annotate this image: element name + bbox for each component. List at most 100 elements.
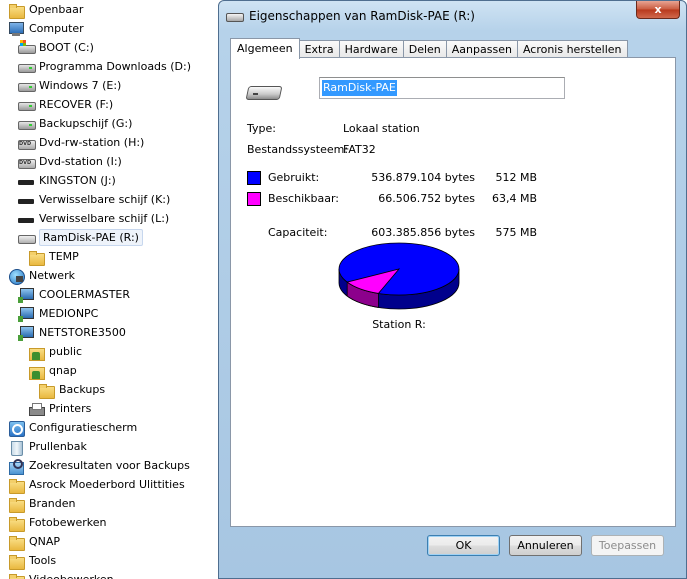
drive-icon — [247, 82, 279, 100]
tree-item-printers[interactable]: Printers — [28, 399, 91, 418]
usb-drive-icon — [18, 192, 34, 208]
tree-item-label: Backups — [59, 383, 106, 396]
tree-item-drive-g[interactable]: Backupschijf (G:) — [18, 114, 132, 133]
tree-item-drive-h[interactable]: Dvd-rw-station (H:) — [18, 133, 144, 152]
tree-item-drive-e[interactable]: Windows 7 (E:) — [18, 76, 121, 95]
volume-name-value: RamDisk-PAE — [322, 80, 397, 96]
computer-icon — [8, 21, 24, 37]
shared-folder-icon — [28, 344, 45, 361]
tree-item-fotobewerken[interactable]: Fotobewerken — [8, 513, 106, 532]
tree-item-label: Videobewerken — [29, 570, 114, 579]
tree-item-boot-c[interactable]: BOOT (C:) — [18, 38, 94, 57]
tree-item-drive-k[interactable]: Verwisselbare schijf (K:) — [18, 190, 170, 209]
tree-item-computer[interactable]: Computer — [8, 19, 84, 38]
tree-item-backups[interactable]: Backups — [38, 380, 105, 399]
control-panel-icon — [8, 420, 25, 437]
tree-item-label: COOLERMASTER — [39, 288, 131, 301]
tree-item-drive-j[interactable]: KINGSTON (J:) — [18, 171, 116, 190]
tree-item-label: TEMP — [49, 250, 79, 263]
properties-dialog: Eigenschappen van RamDisk-PAE (R:) x Alg… — [218, 0, 687, 579]
pie-svg — [338, 242, 460, 310]
type-value: Lokaal station — [343, 122, 420, 135]
apply-button[interactable]: Toepassen — [591, 535, 664, 556]
dialog-titlebar[interactable]: Eigenschappen van RamDisk-PAE (R:) x — [219, 1, 686, 31]
explorer-navigation-tree: Openbaar Computer BOOT (C:) Programma Do… — [0, 0, 230, 579]
separator — [245, 215, 563, 216]
tree-item-label: KINGSTON (J:) — [39, 174, 116, 187]
tree-item-branden[interactable]: Branden — [8, 494, 76, 513]
tree-item-label: Backupschijf (G:) — [39, 117, 133, 130]
folder-icon — [8, 515, 25, 532]
used-size: 512 MB — [495, 171, 537, 184]
separator — [245, 164, 563, 165]
tree-item-label: RamDisk-PAE (R:) — [39, 229, 143, 246]
network-computer-icon — [18, 287, 34, 303]
tree-item-netstore3500[interactable]: NETSTORE3500 — [18, 323, 126, 342]
tree-item-label: qnap — [49, 364, 77, 377]
tree-item-label: Windows 7 (E:) — [39, 79, 122, 92]
tree-item-configuratiescherm[interactable]: Configuratiescherm — [8, 418, 137, 437]
tree-item-label: RECOVER (F:) — [39, 98, 114, 111]
tree-item-tools[interactable]: Tools — [8, 551, 56, 570]
folder-icon — [8, 553, 25, 570]
tree-item-openbaar[interactable]: Openbaar — [8, 0, 83, 19]
separator — [245, 335, 563, 336]
tree-item-label: Printers — [49, 402, 92, 415]
free-size: 63,4 MB — [491, 192, 537, 205]
usb-drive-icon — [18, 173, 34, 189]
tree-item-temp[interactable]: TEMP — [28, 247, 79, 266]
type-label: Type: — [247, 122, 276, 135]
tree-item-drive-r[interactable]: RamDisk-PAE (R:) — [18, 228, 143, 247]
shared-folder-icon — [28, 363, 45, 380]
tree-item-coolermaster[interactable]: COOLERMASTER — [18, 285, 130, 304]
tree-item-label: Dvd-rw-station (H:) — [39, 136, 145, 149]
tree-item-prullenbak[interactable]: Prullenbak — [8, 437, 87, 456]
tree-item-label: BOOT (C:) — [39, 41, 94, 54]
volume-name-input[interactable]: RamDisk-PAE — [319, 77, 565, 99]
tab-algemeen[interactable]: Algemeen — [230, 38, 300, 59]
tree-item-label: Verwisselbare schijf (L:) — [39, 212, 170, 225]
tree-item-videobewerken[interactable]: Videobewerken — [8, 570, 114, 579]
tree-item-zoekresultaten[interactable]: Zoekresultaten voor Backups — [8, 456, 190, 475]
tree-item-label: Openbaar — [29, 3, 84, 16]
tree-item-label: NETSTORE3500 — [39, 326, 126, 339]
drive-icon — [18, 97, 36, 113]
tree-item-label: Configuratiescherm — [29, 421, 138, 434]
dvd-drive-icon — [18, 135, 36, 151]
tree-item-drive-d[interactable]: Programma Downloads (D:) — [18, 57, 191, 76]
drive-icon — [18, 59, 36, 75]
tree-item-label: Tools — [29, 554, 57, 567]
general-tab-panel: RamDisk-PAE Type: Lokaal station Bestand… — [230, 57, 676, 527]
network-icon — [8, 268, 25, 285]
cancel-button[interactable]: Annuleren — [509, 535, 582, 556]
dialog-title: Eigenschappen van RamDisk-PAE (R:) — [249, 9, 475, 23]
disk-usage-pie-chart — [337, 241, 461, 311]
station-caption: Station R: — [372, 318, 426, 331]
ok-button[interactable]: OK — [427, 535, 500, 556]
tab-strip: Algemeen Extra Hardware Delen Aanpassen … — [230, 38, 628, 59]
tree-item-drive-i[interactable]: Dvd-station (I:) — [18, 152, 122, 171]
capacity-bytes: 603.385.856 bytes — [371, 226, 475, 239]
tree-item-medionpc[interactable]: MEDIONPC — [18, 304, 98, 323]
tree-item-drive-f[interactable]: RECOVER (F:) — [18, 95, 113, 114]
tree-item-asrock[interactable]: Asrock Moederbord Ulittities — [8, 475, 185, 494]
network-computer-icon — [18, 306, 34, 322]
close-button[interactable]: x — [636, 1, 680, 19]
filesystem-label: Bestandssysteem: — [247, 143, 349, 156]
tree-item-label: Asrock Moederbord Ulittities — [29, 478, 185, 491]
tree-item-label: Branden — [29, 497, 76, 510]
used-space-swatch — [247, 171, 261, 185]
folder-icon — [8, 2, 25, 19]
capacity-size: 575 MB — [495, 226, 537, 239]
drive-icon — [18, 78, 36, 94]
tree-item-drive-l[interactable]: Verwisselbare schijf (L:) — [18, 209, 169, 228]
tree-item-qnap[interactable]: QNAP — [8, 532, 60, 551]
tree-item-label: public — [49, 345, 83, 358]
tree-item-label: Computer — [29, 22, 84, 35]
dvd-drive-icon — [18, 154, 36, 170]
tree-item-netwerk[interactable]: Netwerk — [8, 266, 75, 285]
tree-item-label: QNAP — [29, 535, 61, 548]
tree-item-public[interactable]: public — [28, 342, 82, 361]
tree-item-qnap-share[interactable]: qnap — [28, 361, 77, 380]
free-space-swatch — [247, 192, 261, 206]
